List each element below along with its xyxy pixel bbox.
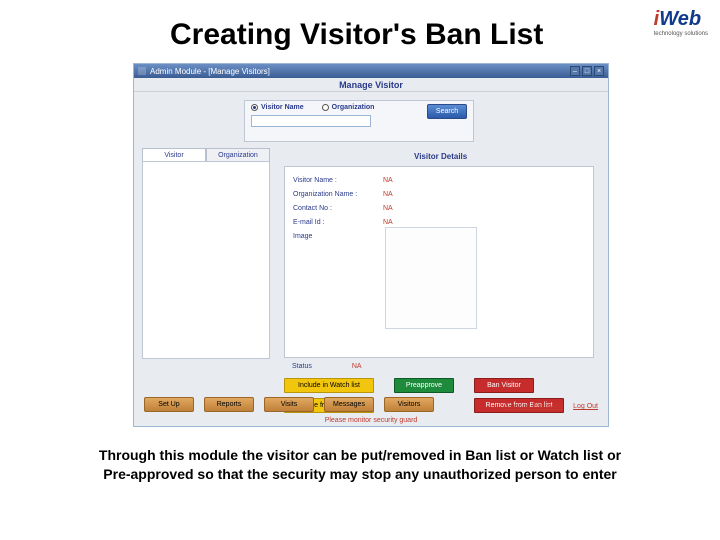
field-org-label: Organization Name : [293, 191, 383, 198]
window-title: Admin Module - [Manage Visitors] [150, 67, 270, 76]
preapprove-button[interactable]: Preapprove [394, 378, 454, 393]
field-name-value: NA [383, 177, 393, 184]
logo: iWeb technology solutions [654, 8, 708, 37]
footer-message: Please monitor security guard [134, 417, 608, 424]
status-label: Status [292, 363, 312, 370]
titlebar: Admin Module - [Manage Visitors] – □ × [134, 64, 608, 78]
field-contact-label: Contact No : [293, 205, 383, 212]
window-controls: – □ × [570, 66, 604, 76]
nav-setup-button[interactable]: Set Up [144, 397, 194, 412]
radio-dot-icon [322, 104, 329, 111]
include-watchlist-button[interactable]: Include in Watch list [284, 378, 374, 393]
details-title: Visitor Details [414, 152, 467, 161]
footer-links: Change Password Log Out [506, 403, 598, 410]
restore-button[interactable]: □ [582, 66, 592, 76]
radio-organization[interactable]: Organization [322, 104, 375, 111]
page-header: Manage Visitor [134, 78, 608, 92]
search-panel: Visitor Name Organization Search [244, 100, 474, 142]
radio-visitor-label: Visitor Name [261, 104, 304, 111]
slide-caption: Through this module the visitor can be p… [84, 446, 636, 484]
app-window: Admin Module - [Manage Visitors] – □ × M… [133, 63, 609, 427]
footer-nav: Set Up Reports Visits Messages Visitors [144, 397, 434, 412]
ban-visitor-button[interactable]: Ban Visitor [474, 378, 534, 393]
field-contact-value: NA [383, 205, 393, 212]
tab-visitor[interactable]: Visitor [142, 148, 206, 162]
result-list[interactable] [142, 161, 270, 359]
field-name-label: Visitor Name : [293, 177, 383, 184]
search-input[interactable] [251, 115, 371, 127]
field-org-value: NA [383, 191, 393, 198]
close-button[interactable]: × [594, 66, 604, 76]
field-email-label: E-mail Id : [293, 219, 383, 226]
radio-visitor-name[interactable]: Visitor Name [251, 104, 304, 111]
field-email-value: NA [383, 219, 393, 226]
slide-title: Creating Visitor's Ban List [170, 18, 543, 52]
search-button[interactable]: Search [427, 104, 467, 119]
tab-organization[interactable]: Organization [206, 148, 270, 162]
change-password-link[interactable]: Change Password [506, 403, 563, 410]
nav-visitors-button[interactable]: Visitors [384, 397, 434, 412]
result-tabs: Visitor Organization [142, 148, 270, 162]
logout-link[interactable]: Log Out [573, 403, 598, 410]
status-row: Status NA [292, 363, 362, 370]
status-value: NA [352, 363, 362, 370]
nav-reports-button[interactable]: Reports [204, 397, 254, 412]
visitor-image-placeholder [385, 227, 477, 329]
app-icon [138, 67, 146, 75]
details-panel: Visitor Name : NA Organization Name : NA… [284, 166, 594, 358]
field-image-label: Image [293, 233, 383, 240]
radio-dot-icon [251, 104, 258, 111]
nav-visits-button[interactable]: Visits [264, 397, 314, 412]
radio-org-label: Organization [332, 104, 375, 111]
nav-messages-button[interactable]: Messages [324, 397, 374, 412]
minimize-button[interactable]: – [570, 66, 580, 76]
